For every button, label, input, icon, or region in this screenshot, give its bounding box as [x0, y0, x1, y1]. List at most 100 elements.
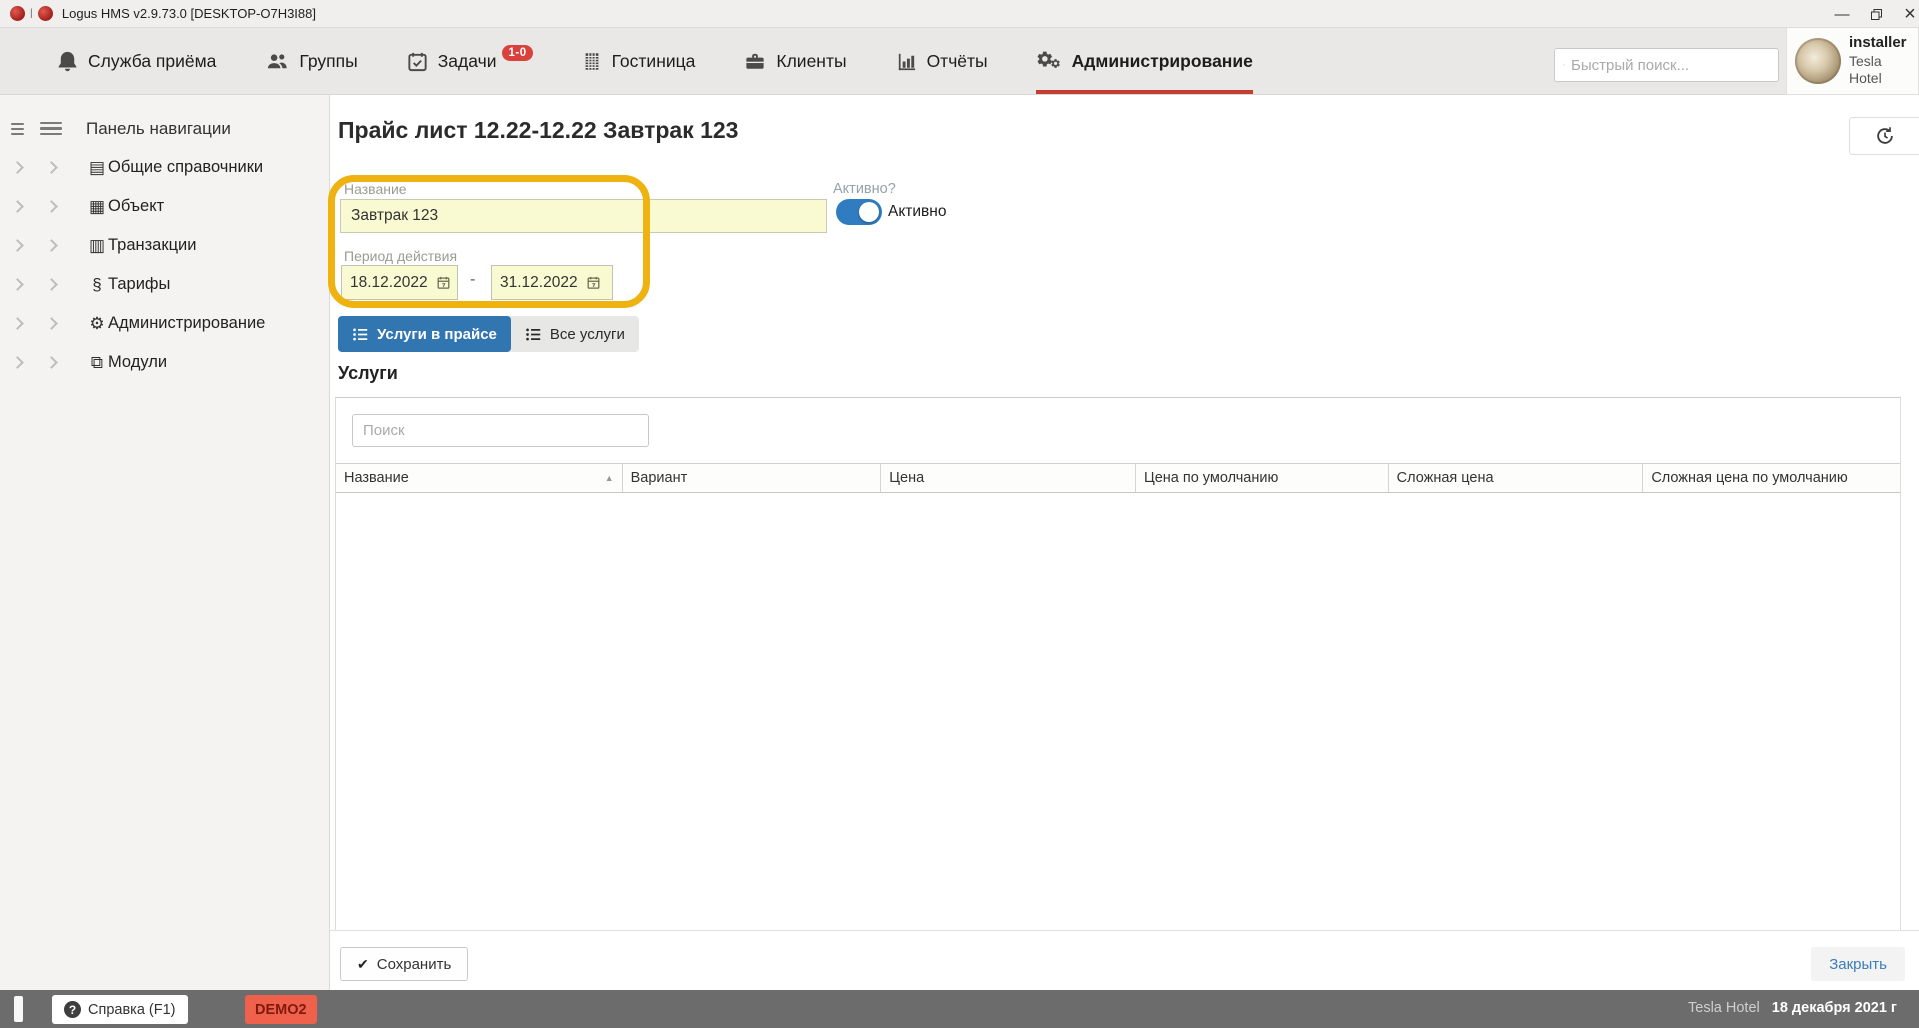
menu-icon — [11, 123, 24, 135]
chevron-right-icon — [45, 200, 58, 213]
history-icon — [1874, 125, 1896, 147]
active-question-label: Активно? — [833, 181, 896, 197]
quick-search-input[interactable] — [1571, 57, 1770, 74]
list-icon — [352, 326, 369, 343]
sidebar-item-label: Модули — [108, 353, 167, 372]
date-range-separator: - — [470, 271, 475, 289]
tab-services-in-pricelist[interactable]: Услуги в прайсе — [338, 316, 511, 352]
sidebar-header-label: Панель навигации — [86, 119, 231, 139]
user-hotel: Tesla Hotel — [1849, 53, 1918, 88]
nav-label: Задачи — [438, 51, 497, 72]
window-title: Logus HMS v2.9.73.0 [DESKTOP-O7H3I88] — [62, 6, 316, 21]
statusbar-grip — [14, 996, 23, 1022]
card-footer: ✔ Сохранить Закрыть — [330, 930, 1919, 990]
close-card-button[interactable]: Закрыть — [1811, 947, 1905, 981]
help-button[interactable]: ? Справка (F1) — [52, 995, 188, 1024]
date-from-input[interactable] — [350, 274, 430, 292]
sidebar-item-transactions[interactable]: ▥ Транзакции — [0, 226, 329, 265]
column-label: Цена по умолчанию — [1144, 470, 1278, 486]
period-field-label: Период действия — [344, 248, 457, 264]
sidebar-item-object[interactable]: ▦ Объект — [0, 187, 329, 226]
column-label: Сложная цена — [1397, 470, 1494, 486]
sidebar-item-tariffs[interactable]: § Тарифы — [0, 265, 329, 304]
nav-item-groups[interactable]: Группы — [264, 28, 357, 94]
chevron-right-icon — [11, 317, 24, 330]
close-button[interactable]: × — [1893, 0, 1919, 28]
user-name: installer — [1849, 34, 1918, 53]
tab-label: Услуги в прайсе — [377, 326, 497, 343]
nav-label: Служба приёма — [88, 51, 216, 72]
nav-item-reports[interactable]: Отчёты — [895, 28, 988, 94]
date-from-field — [341, 265, 458, 300]
chevron-right-icon — [11, 356, 24, 369]
services-panel: Название ▲ Вариант Цена Цена по умолчани… — [335, 397, 1901, 935]
building-icon: ▦ — [86, 197, 108, 217]
gears-icon — [1036, 49, 1063, 73]
briefcase-icon — [743, 50, 767, 73]
statusbar-date: 18 декабря 2021 г — [1772, 1000, 1897, 1016]
column-header-default-price[interactable]: Цена по умолчанию — [1136, 464, 1389, 492]
sidebar-header[interactable]: Панель навигации — [0, 109, 329, 148]
minimize-button[interactable]: — — [1825, 0, 1859, 28]
column-header-default-complex-price[interactable]: Сложная цена по умолчанию — [1643, 464, 1900, 492]
nav-label: Отчёты — [927, 51, 988, 72]
sidebar-item-label: Транзакции — [108, 236, 196, 255]
active-state-label: Активно — [888, 203, 946, 221]
search-icon — [1563, 56, 1565, 74]
chevron-right-icon — [45, 239, 58, 252]
nav-item-clients[interactable]: Клиенты — [743, 28, 846, 94]
history-button[interactable] — [1849, 117, 1919, 155]
column-header-name[interactable]: Название ▲ — [336, 464, 623, 492]
app-window: l Logus HMS v2.9.73.0 [DESKTOP-O7H3I88] … — [0, 0, 1919, 1028]
module-icon: ⧉ — [86, 353, 108, 373]
column-header-variant[interactable]: Вариант — [623, 464, 882, 492]
demo-badge: DEMO2 — [245, 995, 317, 1024]
page-title: Прайс лист 12.22-12.22 Завтрак 123 — [338, 117, 738, 144]
chevron-right-icon — [11, 278, 24, 291]
nav-item-tasks[interactable]: Задачи 1-0 — [406, 28, 533, 94]
nav-item-administration[interactable]: Администрирование — [1036, 28, 1253, 94]
nav-label: Группы — [299, 51, 357, 72]
column-header-price[interactable]: Цена — [881, 464, 1136, 492]
date-to-input[interactable] — [500, 274, 580, 292]
date-to-field — [491, 265, 613, 300]
sidebar-item-directories[interactable]: ▤ Общие справочники — [0, 148, 329, 187]
statusbar-right: Tesla Hotel 18 декабря 2021 г — [1688, 1000, 1897, 1016]
building-icon — [581, 50, 603, 73]
question-icon: ? — [64, 1001, 81, 1018]
chevron-right-icon — [11, 239, 24, 252]
hamburger-icon — [40, 122, 62, 136]
calendar-icon[interactable] — [436, 275, 451, 290]
chevron-right-icon — [45, 278, 58, 291]
tasks-count-badge: 1-0 — [502, 45, 532, 61]
check-icon: ✔ — [357, 956, 369, 973]
status-bar: ? Справка (F1) DEMO2 Tesla Hotel 18 дека… — [0, 990, 1919, 1028]
quick-search — [1554, 48, 1779, 82]
restore-icon — [1869, 7, 1884, 22]
nav-item-front-desk[interactable]: Служба приёма — [56, 28, 216, 94]
sidebar-item-label: Объект — [108, 197, 164, 216]
services-section-title: Услуги — [338, 363, 398, 384]
sidebar-item-modules[interactable]: ⧉ Модули — [0, 343, 329, 382]
statusbar-hotel: Tesla Hotel — [1688, 1000, 1760, 1016]
help-button-label: Справка (F1) — [88, 1002, 176, 1018]
avatar — [1795, 38, 1841, 84]
chevron-right-icon — [11, 200, 24, 213]
chevron-right-icon — [45, 317, 58, 330]
user-panel[interactable]: installer Tesla Hotel — [1786, 28, 1919, 95]
calendar-check-icon — [406, 50, 429, 73]
title-bar: l Logus HMS v2.9.73.0 [DESKTOP-O7H3I88] … — [0, 0, 1919, 28]
save-button[interactable]: ✔ Сохранить — [340, 947, 468, 981]
save-button-label: Сохранить — [377, 956, 452, 973]
nav-item-hotel[interactable]: Гостиница — [581, 28, 696, 94]
sidebar-item-administration[interactable]: ⚙ Администрирование — [0, 304, 329, 343]
restore-button[interactable] — [1859, 0, 1893, 28]
calendar-icon[interactable] — [586, 275, 601, 290]
bar-chart-icon — [895, 50, 918, 73]
tab-all-services[interactable]: Все услуги — [511, 316, 639, 352]
column-header-complex-price[interactable]: Сложная цена — [1389, 464, 1644, 492]
services-search-input[interactable] — [352, 414, 649, 447]
active-toggle[interactable] — [836, 199, 882, 225]
name-input[interactable] — [340, 199, 827, 233]
section-sign-icon: § — [86, 275, 108, 295]
